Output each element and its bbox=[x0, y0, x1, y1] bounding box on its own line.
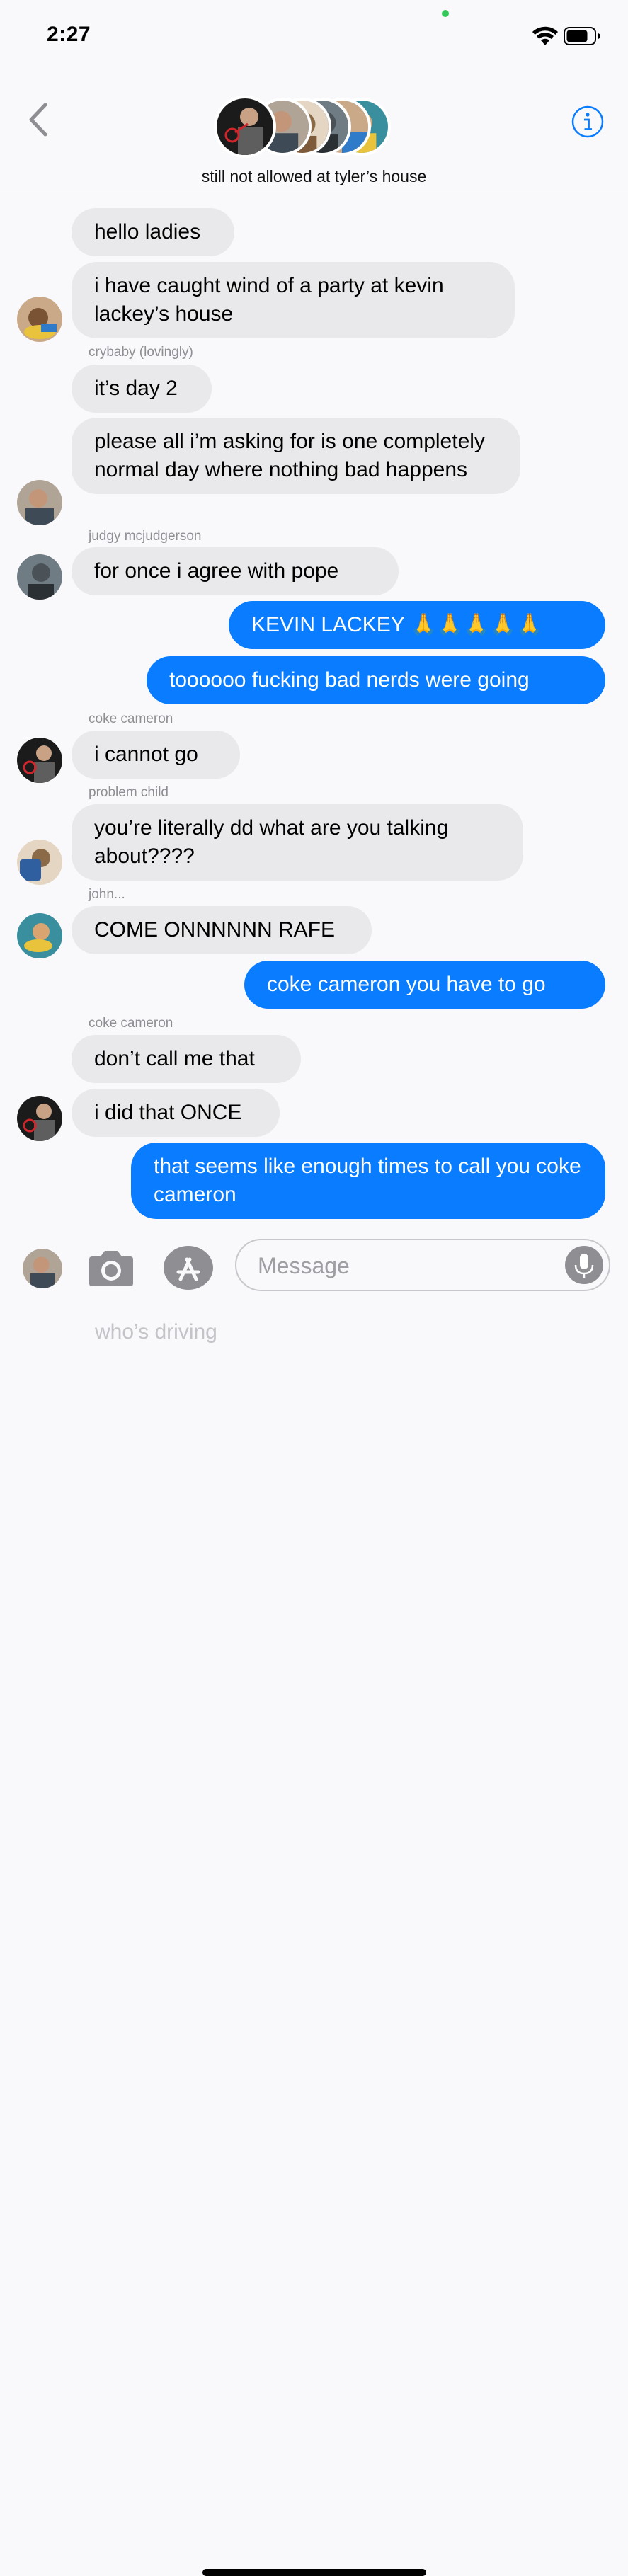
sender-avatar[interactable] bbox=[17, 840, 62, 885]
group-avatar-stack[interactable] bbox=[214, 96, 391, 161]
outgoing-message-bubble[interactable]: coke cameron you have to go bbox=[244, 961, 605, 1009]
outgoing-message-bubble[interactable]: that seems like enough times to call you… bbox=[131, 1143, 605, 1219]
sender-avatar[interactable] bbox=[17, 1096, 62, 1141]
incoming-message-bubble[interactable]: you’re literally dd what are you talking… bbox=[72, 804, 523, 881]
chevron-left-icon[interactable] bbox=[25, 102, 50, 137]
status-time: 2:27 bbox=[47, 23, 91, 46]
info-icon[interactable] bbox=[571, 105, 605, 139]
incoming-message-bubble[interactable]: it’s day 2 bbox=[72, 365, 212, 413]
microphone-icon[interactable] bbox=[565, 1246, 603, 1284]
wifi-icon bbox=[532, 26, 558, 45]
sender-name: john... bbox=[89, 887, 125, 902]
sender-name: crybaby (lovingly) bbox=[89, 345, 193, 360]
group-name[interactable]: still not allowed at tyler’s house bbox=[0, 167, 628, 186]
message-field[interactable] bbox=[235, 1239, 610, 1291]
group-avatar bbox=[214, 96, 276, 158]
incoming-message-bubble[interactable]: for once i agree with pope bbox=[72, 547, 399, 595]
incoming-message-bubble[interactable]: don’t call me that bbox=[72, 1035, 301, 1083]
sender-name: coke cameron bbox=[89, 1016, 173, 1031]
message-list[interactable]: hello ladies i have caught wind of a par… bbox=[0, 190, 628, 1231]
sender-avatar[interactable] bbox=[17, 913, 62, 958]
message-input[interactable] bbox=[256, 1247, 542, 1284]
outgoing-message-bubble[interactable]: toooooo fucking bad nerds were going bbox=[147, 656, 605, 704]
app-store-icon[interactable] bbox=[161, 1244, 215, 1292]
conversation-header: still not allowed at tyler’s house bbox=[0, 71, 628, 190]
sender-avatar[interactable] bbox=[17, 554, 62, 600]
camera-icon[interactable] bbox=[86, 1247, 136, 1289]
sender-avatar[interactable] bbox=[17, 738, 62, 783]
obscured-message-text: who’s driving bbox=[95, 1320, 217, 1344]
incoming-message-bubble[interactable]: please all i’m asking for is one complet… bbox=[72, 418, 520, 494]
contact-avatar[interactable] bbox=[23, 1249, 62, 1288]
battery-icon bbox=[564, 27, 600, 45]
incoming-message-bubble[interactable]: i cannot go bbox=[72, 731, 240, 779]
message-composer: who’s driving bbox=[0, 1228, 628, 2576]
sender-name: coke cameron bbox=[89, 711, 173, 726]
sender-name: problem child bbox=[89, 785, 169, 800]
home-indicator[interactable] bbox=[202, 2569, 426, 2576]
outgoing-message-bubble[interactable]: KEVIN LACKEY 🙏🙏🙏🙏🙏 bbox=[229, 601, 605, 649]
camera-in-use-indicator bbox=[442, 10, 449, 17]
sender-avatar[interactable] bbox=[17, 480, 62, 525]
incoming-message-bubble[interactable]: COME ONNNNNN RAFE bbox=[72, 906, 372, 954]
sender-name: judgy mcjudgerson bbox=[89, 529, 202, 544]
status-bar: 2:27 bbox=[0, 0, 628, 71]
incoming-message-bubble[interactable]: i have caught wind of a party at kevin l… bbox=[72, 262, 515, 338]
sender-avatar[interactable] bbox=[17, 297, 62, 342]
incoming-message-bubble[interactable]: hello ladies bbox=[72, 208, 234, 256]
incoming-message-bubble[interactable]: i did that ONCE bbox=[72, 1089, 280, 1137]
